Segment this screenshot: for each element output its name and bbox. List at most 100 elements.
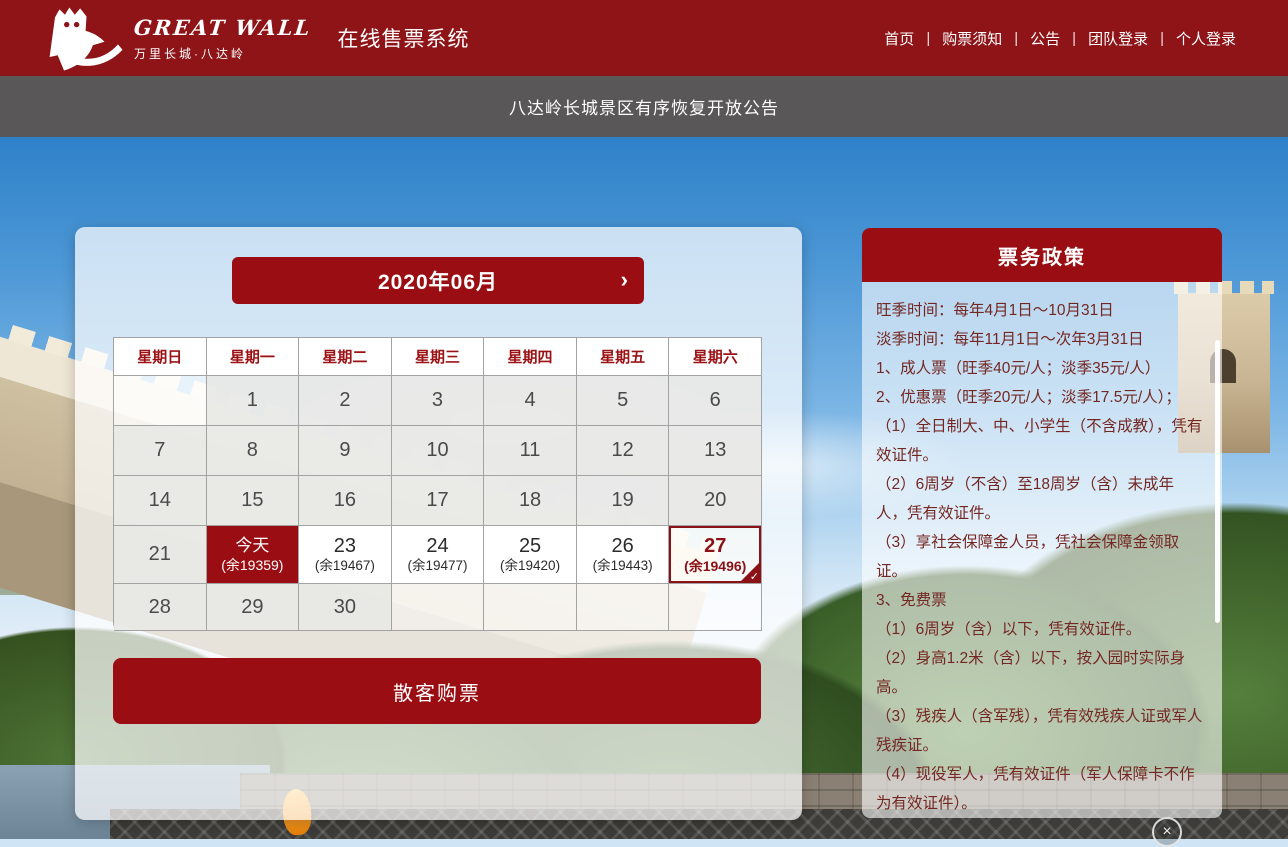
month-selector[interactable]: 2020年06月 ›	[232, 257, 644, 304]
announcement-banner: 八达岭长城景区有序恢复开放公告	[0, 76, 1288, 137]
announcement-text[interactable]: 八达岭长城景区有序恢复开放公告	[509, 94, 779, 119]
calendar-cell-selected-27[interactable]: 27(余19496) ✓	[669, 526, 762, 584]
policy-line: （1）6周岁（含）以下，凭有效证件。	[876, 615, 1204, 644]
cell-remaining-tickets: (余19477)	[407, 557, 467, 574]
calendar-cell-21: 21	[114, 526, 207, 584]
calendar-cell-10: 10	[392, 426, 485, 476]
site-title: 在线售票系统	[338, 23, 470, 53]
calendar-cell-14: 14	[114, 476, 207, 526]
cell-remaining-tickets: (余19496)	[684, 557, 746, 575]
weekday-header: 星期一	[207, 338, 300, 376]
weekday-header: 星期六	[669, 338, 762, 376]
nav-item-announcements[interactable]: 公告	[1020, 24, 1070, 53]
cell-day-label: 今天	[235, 535, 269, 556]
calendar-cell-17: 17	[392, 476, 485, 526]
calendar-cell-11: 11	[484, 426, 577, 476]
policy-line: 淡季时间：每年11月1日～次年3月31日	[876, 325, 1204, 354]
policy-line: （3）残疾人（含军残），凭有效残疾人证或军人残疾证。	[876, 702, 1204, 760]
calendar-cell-19: 19	[577, 476, 670, 526]
calendar-cell-20: 20	[669, 476, 762, 526]
cell-remaining-tickets: (余19420)	[500, 557, 560, 574]
greatwall-logo: GREAT WALL 万里长城·八达岭	[34, 1, 312, 75]
calendar-cell-29: 29	[207, 584, 300, 631]
cell-day-label: 25	[519, 535, 541, 557]
cell-day-label: 27	[704, 535, 726, 557]
calendar-cell-empty	[114, 376, 207, 426]
cell-remaining-tickets: (余19467)	[315, 557, 375, 574]
cell-day-label: 26	[612, 535, 634, 557]
policy-line: 旺季时间：每年4月1日～10月31日	[876, 296, 1204, 325]
logo-texts: GREAT WALL 万里长城·八达岭	[134, 15, 312, 62]
logo-brand-text: GREAT WALL	[133, 15, 313, 40]
calendar-cell-3: 3	[392, 376, 485, 426]
calendar-cell-7: 7	[114, 426, 207, 476]
calendar-cell-18: 18	[484, 476, 577, 526]
calendar-cell-9: 9	[299, 426, 392, 476]
calendar-cell-empty	[484, 584, 577, 631]
month-label: 2020年06月	[378, 266, 498, 296]
policy-line: 1、成人票（旺季40元/人；淡季35元/人）	[876, 354, 1204, 383]
app-header: GREAT WALL 万里长城·八达岭 在线售票系统 首页 | 购票须知 | 公…	[0, 0, 1288, 76]
calendar-cell-6: 6	[669, 376, 762, 426]
weekday-header: 星期三	[392, 338, 485, 376]
calendar-cell-15: 15	[207, 476, 300, 526]
calendar-cell-today[interactable]: 今天(余19359)	[207, 526, 300, 584]
cell-remaining-tickets: (余19443)	[593, 557, 653, 574]
calendar-cell-26[interactable]: 26(余19443)	[577, 526, 670, 584]
nav-item-personal-login[interactable]: 个人登录	[1166, 24, 1246, 53]
policy-title: 票务政策	[998, 241, 1086, 270]
weekday-header: 星期五	[577, 338, 670, 376]
policy-line: 2、优惠票（旺季20元/人；淡季17.5元/人）；	[876, 383, 1204, 412]
nav-item-home[interactable]: 首页	[874, 24, 924, 53]
calendar-grid: 星期日星期一星期二星期三星期四星期五星期六1234567891011121314…	[113, 337, 762, 631]
individual-ticket-button[interactable]: 散客购票	[113, 658, 761, 724]
calendar-cell-4: 4	[484, 376, 577, 426]
calendar-cell-16: 16	[299, 476, 392, 526]
cell-remaining-tickets: (余19359)	[221, 556, 283, 574]
calendar-cell-13: 13	[669, 426, 762, 476]
calendar-cell-30: 30	[299, 584, 392, 631]
calendar-cell-2: 2	[299, 376, 392, 426]
close-icon[interactable]: ×	[1152, 817, 1182, 847]
cell-day-label: 24	[426, 535, 448, 557]
calendar-cell-8: 8	[207, 426, 300, 476]
nav-separator: |	[924, 30, 932, 47]
nav-separator: |	[1158, 30, 1166, 47]
logo-brand-sub: 万里长城·八达岭	[134, 45, 312, 62]
policy-line: （1）全日制大、中、小学生（不含成教），凭有效证件。	[876, 412, 1204, 470]
calendar-cell-24[interactable]: 24(余19477)	[392, 526, 485, 584]
calendar-cell-empty	[392, 584, 485, 631]
weekday-header: 星期二	[299, 338, 392, 376]
policy-line: （2）身高1.2米（含）以下，按入园时实际身高。	[876, 644, 1204, 702]
calendar-cell-1: 1	[207, 376, 300, 426]
calendar-cell-23[interactable]: 23(余19467)	[299, 526, 392, 584]
top-nav: 首页 | 购票须知 | 公告 | 团队登录 | 个人登录	[874, 24, 1246, 53]
policy-header: 票务政策	[862, 228, 1222, 282]
calendar-card: 2020年06月 › 星期日星期一星期二星期三星期四星期五星期六12345678…	[75, 227, 802, 820]
policy-line: （3）享社会保障金人员，凭社会保障金领取证。	[876, 528, 1204, 586]
policy-line: 3、免费票	[876, 586, 1204, 615]
policy-body: 旺季时间：每年4月1日～10月31日淡季时间：每年11月1日～次年3月31日1、…	[862, 282, 1222, 818]
weekday-header: 星期日	[114, 338, 207, 376]
policy-line: （4）现役军人，凭有效证件（军人保障卡不作为有效证件）。	[876, 760, 1204, 818]
cell-day-label: 23	[334, 535, 356, 557]
nav-separator: |	[1070, 30, 1078, 47]
calendar-cell-empty	[669, 584, 762, 631]
policy-line: （2）6周岁（不含）至18周岁（含）未成年人，凭有效证件。	[876, 470, 1204, 528]
policy-lines: 旺季时间：每年4月1日～10月31日淡季时间：每年11月1日～次年3月31日1、…	[876, 296, 1204, 818]
calendar-cell-12: 12	[577, 426, 670, 476]
policy-panel: 票务政策 旺季时间：每年4月1日～10月31日淡季时间：每年11月1日～次年3月…	[862, 228, 1222, 818]
calendar-cell-empty	[577, 584, 670, 631]
weekday-header: 星期四	[484, 338, 577, 376]
policy-scrollbar-thumb[interactable]	[1215, 340, 1220, 623]
individual-ticket-label: 散客购票	[393, 677, 481, 706]
nav-item-ticket-notice[interactable]: 购票须知	[932, 24, 1012, 53]
calendar-cell-5: 5	[577, 376, 670, 426]
logo-tower-icon	[34, 3, 130, 75]
next-month-icon[interactable]: ›	[621, 269, 628, 291]
selected-check-icon: ✓	[750, 570, 759, 583]
nav-separator: |	[1012, 30, 1020, 47]
calendar-cell-28: 28	[114, 584, 207, 631]
nav-item-group-login[interactable]: 团队登录	[1078, 24, 1158, 53]
calendar-cell-25[interactable]: 25(余19420)	[484, 526, 577, 584]
